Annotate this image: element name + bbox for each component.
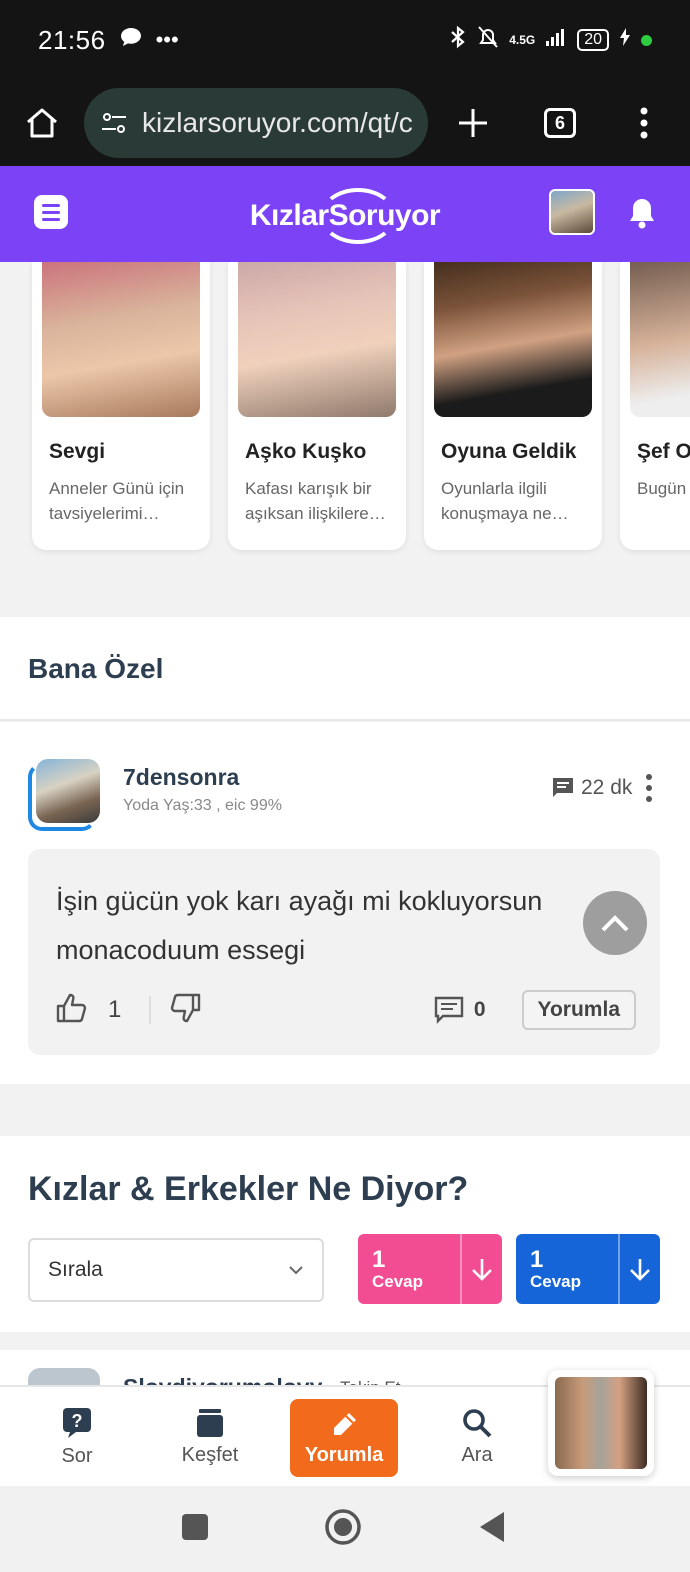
answers-title: Kızlar & Erkekler Ne Diyor? [28, 1170, 469, 1208]
battery-icon: 20 [577, 29, 609, 51]
comment-button[interactable]: Yorumla [521, 990, 636, 1030]
recents-icon [182, 1514, 208, 1540]
card-title: Şef O [637, 440, 690, 463]
thumbs-up-icon[interactable] [56, 993, 88, 1028]
mute-bell-icon [477, 25, 499, 55]
profile-avatar[interactable] [549, 189, 595, 235]
card-description: Oyunlarla ilgili konuşmaya ne… [441, 479, 569, 523]
male-answers-button[interactable]: 1 Cevap [516, 1234, 660, 1304]
more-vertical-icon [640, 107, 648, 139]
question-icon: ? [63, 1408, 91, 1438]
bell-icon[interactable] [628, 196, 656, 235]
sort-label: Sırala [48, 1258, 103, 1281]
nav-yorumla[interactable]: Yorumla [290, 1399, 398, 1477]
scroll-top-button[interactable] [583, 891, 647, 955]
status-time: 21:56 [38, 24, 106, 55]
card-title: Oyuna Geldik [441, 440, 577, 463]
pencil-icon [334, 1412, 356, 1435]
message-icon [553, 778, 573, 797]
male-label: Cevap [530, 1272, 582, 1291]
tab-switcher-button[interactable]: 6 [518, 80, 602, 166]
cards-icon [197, 1409, 223, 1437]
back-icon [480, 1512, 504, 1542]
comment-icon [434, 996, 464, 1024]
topic-card[interactable]: Aşko Kuşko Kafası karışık bir aşıksan il… [228, 262, 406, 550]
topic-card[interactable]: Şef O Bugün pişirme [620, 262, 690, 550]
post-user-meta: Yoda Yaş:33 , eic 99% [123, 797, 282, 814]
card-title: Aşko Kuşko [245, 440, 367, 463]
signal-icon: 4.5G [509, 33, 536, 47]
browser-menu-button[interactable] [602, 80, 686, 166]
post-username[interactable]: 7densonra [123, 764, 239, 791]
post-actions: 1 0 Yorumla [56, 989, 636, 1031]
card-description: Bugün pişirme [637, 479, 690, 498]
bana-ozel-section: Bana Özel [0, 617, 690, 721]
female-count: 1 [372, 1246, 386, 1273]
address-bar[interactable]: kizlarsoruyor.com/qt/c [84, 88, 428, 158]
post-body: İşin gücün yok karı ayağı mi kokluyorsun… [28, 849, 660, 1055]
sort-dropdown[interactable]: Sırala [28, 1238, 324, 1302]
system-navigation [0, 1486, 690, 1572]
chevron-down-icon [289, 1266, 303, 1275]
chat-notification-icon [120, 27, 142, 53]
home-button[interactable] [0, 80, 84, 166]
nav-sor[interactable]: ? Sor [22, 1387, 132, 1488]
card-image [434, 262, 592, 417]
plus-icon [459, 109, 487, 137]
like-count: 1 [108, 996, 122, 1023]
thumbs-down-icon[interactable] [169, 993, 201, 1028]
female-label: Cevap [372, 1272, 424, 1291]
comment-count-area[interactable]: 0 [434, 996, 486, 1024]
female-answers-button[interactable]: 1 Cevap [358, 1234, 502, 1304]
new-tab-button[interactable] [428, 80, 518, 166]
svg-text:?: ? [72, 1411, 83, 1431]
signal-bars-icon [545, 27, 567, 53]
site-logo[interactable]: KızlarSoruyor [242, 188, 448, 244]
topic-carousel: Sevgi Anneler Günü için tavsiyelerimi… A… [0, 262, 690, 617]
arrow-down-icon [630, 1259, 650, 1281]
card-image [42, 262, 200, 417]
topic-card[interactable]: Sevgi Anneler Günü için tavsiyelerimi… [32, 262, 210, 550]
bluetooth-icon [449, 25, 467, 55]
arrow-down-icon [472, 1259, 492, 1281]
card-image [238, 262, 396, 417]
more-notifications-icon: ••• [155, 27, 179, 52]
chevron-up-icon [601, 915, 629, 932]
opinion-post: 7densonra Yoda Yaş:33 , eic 99% 22 dk İş… [0, 722, 690, 1084]
card-image [630, 262, 690, 417]
card-description: Kafası karışık bir aşıksan ilişkilere… [245, 479, 386, 523]
topic-card[interactable]: Oyuna Geldik Oyunlarla ilgili konuşmaya … [424, 262, 602, 550]
home-icon [27, 108, 57, 138]
post-more-icon[interactable] [640, 774, 658, 802]
nav-ara[interactable]: Ara [422, 1387, 532, 1488]
male-count: 1 [530, 1246, 544, 1273]
status-dot [641, 34, 652, 46]
tab-count: 6 [544, 108, 576, 138]
profile-photo-widget[interactable] [548, 1370, 654, 1476]
search-icon [463, 1409, 492, 1438]
browser-toolbar: kizlarsoruyor.com/qt/c 6 [0, 80, 690, 166]
nav-kesfet[interactable]: Keşfet [155, 1387, 265, 1488]
post-time: 22 dk [551, 776, 632, 800]
avatar[interactable] [28, 759, 100, 831]
url-text: kizlarsoruyor.com/qt/c [142, 107, 413, 138]
card-title: Sevgi [49, 440, 106, 463]
answers-section: Kızlar & Erkekler Ne Diyor? Sırala 1 Cev… [0, 1136, 690, 1332]
menu-icon[interactable] [34, 195, 68, 229]
site-settings-icon [102, 113, 126, 133]
charging-icon [619, 27, 631, 53]
status-bar: 21:56 ••• 4.5G 20 [0, 0, 690, 80]
comment-count: 0 [473, 998, 486, 1021]
post-text: İşin gücün yok karı ayağı mi kokluyorsun… [56, 886, 543, 965]
card-description: Anneler Günü için tavsiyelerimi… [49, 479, 185, 523]
section-title: Bana Özel [28, 653, 164, 684]
